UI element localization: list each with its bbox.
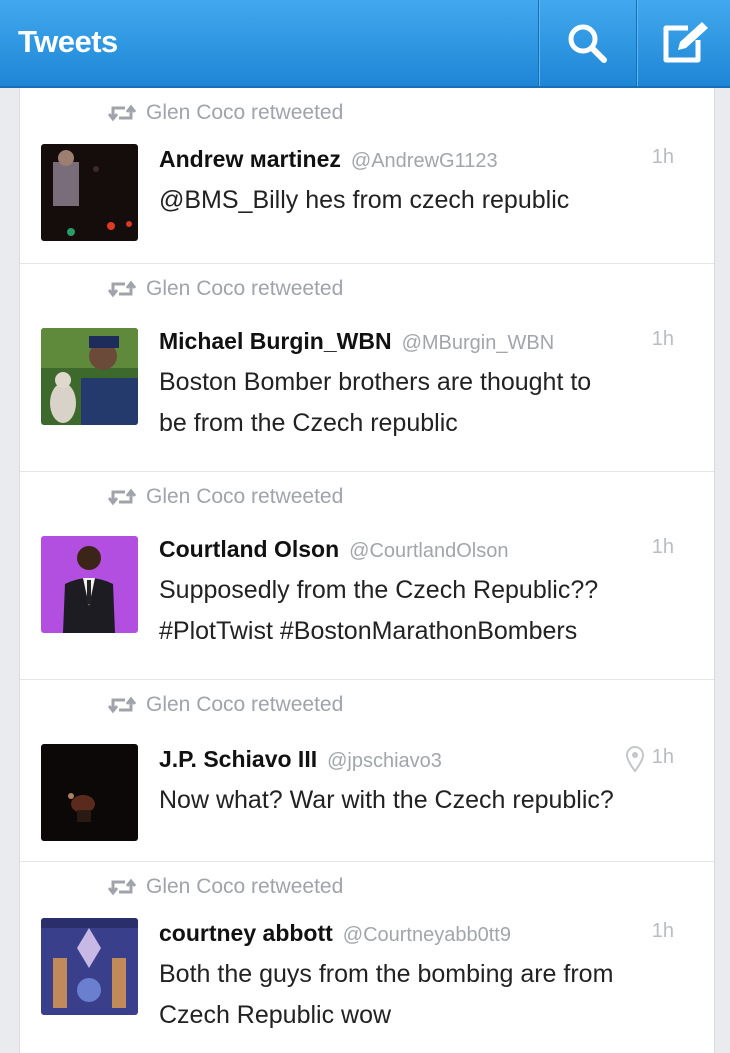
retweet-icon [108, 696, 136, 714]
avatar[interactable] [41, 744, 138, 841]
avatar-image [41, 744, 138, 841]
user-name[interactable]: Michael Burgin_WBN [159, 328, 392, 355]
avatar-image [41, 328, 138, 425]
tweet-item[interactable]: Glen Coco retweeted courtney abbott @Cou… [20, 862, 714, 1053]
tweet-item[interactable]: Glen Coco retweeted Courtland Olson @Cou… [20, 472, 714, 680]
avatar[interactable] [41, 144, 138, 241]
retweeted-by: Glen Coco retweeted [146, 875, 344, 898]
tweet-text-line: be from the Czech republic [159, 409, 458, 437]
retweet-context: Glen Coco retweeted [108, 276, 343, 302]
top-bar: Tweets [0, 0, 730, 88]
user-handle[interactable]: @AndrewG1123 [351, 150, 498, 173]
page-title: Tweets [18, 24, 118, 59]
retweet-context: Glen Coco retweeted [108, 874, 343, 900]
avatar[interactable] [41, 328, 138, 425]
retweeted-by: Glen Coco retweeted [146, 693, 344, 716]
tweet-header: Michael Burgin_WBN @MBurgin_WBN 1h [159, 328, 694, 358]
user-name[interactable]: J.P. Schiavo III [159, 746, 317, 773]
tweet-header: J.P. Schiavo III @jpschiavo3 1h [159, 746, 694, 776]
tweet-header: Courtland Olson @CourtlandOlson 1h [159, 536, 694, 566]
tweet-feed[interactable]: Glen Coco retweeted Andrew мartinez @And… [19, 88, 715, 1053]
retweeted-by: Glen Coco retweeted [146, 101, 344, 124]
tweet-item[interactable]: Glen Coco retweeted Andrew мartinez @And… [20, 88, 714, 264]
avatar-image [41, 144, 138, 241]
tweet-text: Supposedly from the Czech Republic?? #Pl… [159, 570, 696, 652]
tweet-item[interactable]: Glen Coco retweeted J.P. Schiavo III @jp… [20, 680, 714, 862]
tweet-time: 1h [651, 746, 674, 768]
tweet-header: courtney abbott @Courtneyabb0tt9 1h [159, 920, 694, 950]
user-handle[interactable]: @Courtneyabb0tt9 [343, 924, 511, 947]
tweet-text-line: Boston Bomber brothers are thought to [159, 368, 592, 396]
retweeted-by: Glen Coco retweeted [146, 485, 344, 508]
tweet-text: Now what? War with the Czech republic? [159, 780, 696, 821]
retweet-icon [108, 878, 136, 896]
tweet-item[interactable]: Glen Coco retweeted Michael Burgin_WBN @… [20, 264, 714, 472]
tweet-text-line: #PlotTwist #BostonMarathonBombers [159, 617, 578, 645]
retweet-icon [108, 280, 136, 298]
tweet-text: @BMS_Billy hes from czech republic [159, 180, 696, 221]
user-name[interactable]: courtney abbott [159, 920, 333, 947]
tweet-text: Boston Bomber brothers are thought to be… [159, 362, 696, 444]
tweet-text-line: Supposedly from the Czech Republic?? [159, 576, 599, 604]
avatar-image [41, 536, 138, 633]
retweet-context: Glen Coco retweeted [108, 692, 343, 718]
retweet-icon [108, 104, 136, 122]
avatar-image [41, 918, 138, 1015]
compose-icon [663, 22, 708, 63]
tweet-header: Andrew мartinez @AndrewG1123 1h [159, 146, 694, 176]
tweet-text-line: @BMS_Billy hes from czech republic [159, 186, 570, 214]
retweet-icon [108, 488, 136, 506]
tweet-time: 1h [651, 328, 674, 350]
tweet-text-line: Now what? War with the Czech republic? [159, 786, 614, 814]
compose-button[interactable] [636, 0, 730, 86]
retweeted-by: Glen Coco retweeted [146, 277, 344, 300]
retweet-context: Glen Coco retweeted [108, 100, 343, 126]
avatar[interactable] [41, 918, 138, 1015]
search-icon [568, 24, 607, 63]
user-name[interactable]: Andrew мartinez [159, 146, 341, 173]
user-handle[interactable]: @jpschiavo3 [327, 750, 442, 773]
search-button[interactable] [538, 0, 635, 86]
tweet-time: 1h [651, 536, 674, 558]
user-handle[interactable]: @MBurgin_WBN [402, 332, 555, 355]
retweet-context: Glen Coco retweeted [108, 484, 343, 510]
tweet-text-line: Both the guys from the bombing are from [159, 960, 614, 988]
twitter-app: Tweets Glen Coco retweeted Andrew мartin… [0, 0, 730, 1053]
user-name[interactable]: Courtland Olson [159, 536, 339, 563]
user-handle[interactable]: @CourtlandOlson [349, 540, 508, 563]
avatar[interactable] [41, 536, 138, 633]
location-pin-icon [626, 746, 644, 772]
tweet-time: 1h [651, 146, 674, 168]
tweet-time: 1h [651, 920, 674, 942]
tweet-text: Both the guys from the bombing are from … [159, 954, 696, 1036]
tweet-text-line: Czech Republic wow [159, 1001, 392, 1029]
